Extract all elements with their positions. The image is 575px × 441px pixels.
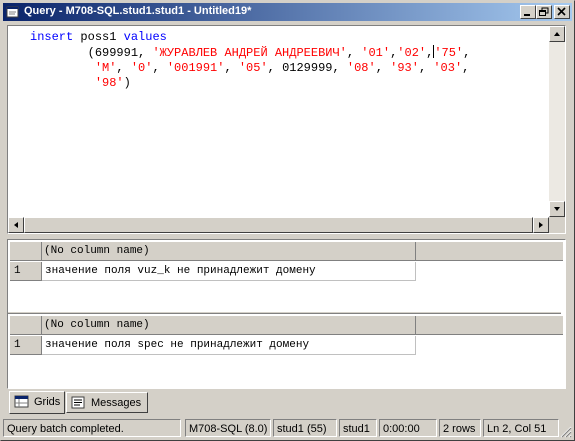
sql-string: '75'	[434, 46, 464, 60]
window-title: Query - M708-SQL.stud1.stud1 - Untitled1…	[24, 5, 252, 17]
arrow-right-icon	[539, 222, 543, 228]
row-number[interactable]: 1	[10, 262, 42, 281]
restore-icon	[539, 7, 549, 16]
tab-grids[interactable]: Grids	[9, 391, 65, 414]
grid-cell[interactable]: значение поля vuz_k не принадлежит домен…	[42, 262, 416, 281]
sql-string: 'M'	[94, 61, 117, 75]
scroll-thumb[interactable]	[24, 217, 533, 233]
messages-icon	[71, 396, 87, 413]
sql-paren: )	[123, 76, 131, 90]
status-position: Ln 2, Col 51	[483, 419, 559, 437]
table-row[interactable]: 1 значение поля vuz_k не принадлежит дом…	[10, 262, 416, 281]
grid-divider	[8, 311, 561, 314]
sql-string: '03'	[433, 61, 463, 75]
editor-text-area[interactable]: insert poss1 values (699991, 'ЖУРАВЛЕВ А…	[8, 26, 549, 217]
sql-string: '05'	[238, 61, 268, 75]
sql-keyword-values: values	[123, 30, 167, 44]
sql-string: '93'	[390, 61, 419, 75]
status-rows: 2 rows	[439, 419, 481, 437]
sql-string: '02'	[397, 46, 427, 60]
sql-string: '0'	[130, 61, 153, 75]
sql-string: '08'	[346, 61, 376, 75]
indent: (	[30, 46, 95, 60]
editor-vertical-scrollbar[interactable]	[549, 26, 565, 217]
status-message: Query batch completed.	[3, 419, 181, 437]
editor-horizontal-scrollbar[interactable]	[8, 217, 549, 233]
status-database: stud1	[339, 419, 377, 437]
status-user: stud1 (55)	[273, 419, 337, 437]
grid-icon	[14, 395, 30, 412]
grid-header: (No column name)	[10, 316, 563, 335]
scroll-up-button[interactable]	[549, 26, 565, 42]
results-tabs: Grids Messages	[9, 391, 309, 414]
scroll-down-button[interactable]	[549, 201, 565, 217]
table-row[interactable]: 1 значение поля spec не принадлежит доме…	[10, 336, 416, 355]
results-pane: (No column name) 1 значение поля vuz_k н…	[7, 239, 566, 389]
sql-string: 'ЖУРАВЛЕВ АНДРЕЙ АНДРЕЕВИЧ'	[152, 46, 347, 60]
sql-code[interactable]: insert poss1 values (699991, 'ЖУРАВЛЕВ А…	[30, 30, 470, 91]
tab-messages[interactable]: Messages	[66, 392, 148, 413]
tab-messages-label: Messages	[91, 397, 142, 409]
sql-string: '98'	[94, 76, 124, 90]
sql-table-name: poss1	[73, 30, 124, 44]
grid-corner[interactable]	[10, 316, 42, 335]
results-grid-2: (No column name) 1 значение поля spec не…	[10, 316, 563, 356]
scroll-left-button[interactable]	[8, 217, 24, 233]
arrow-left-icon	[14, 222, 18, 228]
query-editor[interactable]: insert poss1 values (699991, 'ЖУРАВЛЕВ А…	[7, 25, 566, 234]
grid-corner[interactable]	[10, 242, 42, 261]
results-grid-1: (No column name) 1 значение поля vuz_k н…	[10, 242, 563, 282]
minimize-button[interactable]	[520, 5, 536, 19]
arrow-down-icon	[554, 207, 560, 211]
sql-number: 699991	[94, 46, 139, 60]
arrow-up-icon	[554, 32, 560, 36]
sql-string: '01'	[361, 46, 391, 60]
status-elapsed: 0:00:00	[379, 419, 437, 437]
scrollbar-corner	[549, 217, 565, 233]
title-bar[interactable]: Query - M708-SQL.stud1.stud1 - Untitled1…	[3, 3, 572, 21]
sql-number: 0129999	[282, 61, 333, 75]
status-server: M708-SQL (8.0)	[185, 419, 271, 437]
minimize-icon	[524, 14, 530, 16]
close-icon	[557, 7, 566, 16]
query-window: Query - M708-SQL.stud1.stud1 - Untitled1…	[0, 0, 575, 441]
column-header[interactable]: (No column name)	[42, 316, 416, 335]
close-button[interactable]	[554, 5, 570, 19]
query-window-icon[interactable]	[6, 5, 20, 19]
grid-cell[interactable]: значение поля spec не принадлежит домену	[42, 336, 416, 355]
row-number[interactable]: 1	[10, 336, 42, 355]
scroll-right-button[interactable]	[533, 217, 549, 233]
column-header[interactable]: (No column name)	[42, 242, 416, 261]
resize-grip-icon[interactable]	[560, 426, 572, 438]
sql-keyword-insert: insert	[30, 30, 74, 44]
sql-string: '001991'	[166, 61, 225, 75]
restore-button[interactable]	[536, 5, 552, 19]
tab-grids-label: Grids	[34, 396, 61, 408]
status-bar: Query batch completed. M708-SQL (8.0) st…	[3, 418, 572, 438]
grid-header: (No column name)	[10, 242, 563, 261]
